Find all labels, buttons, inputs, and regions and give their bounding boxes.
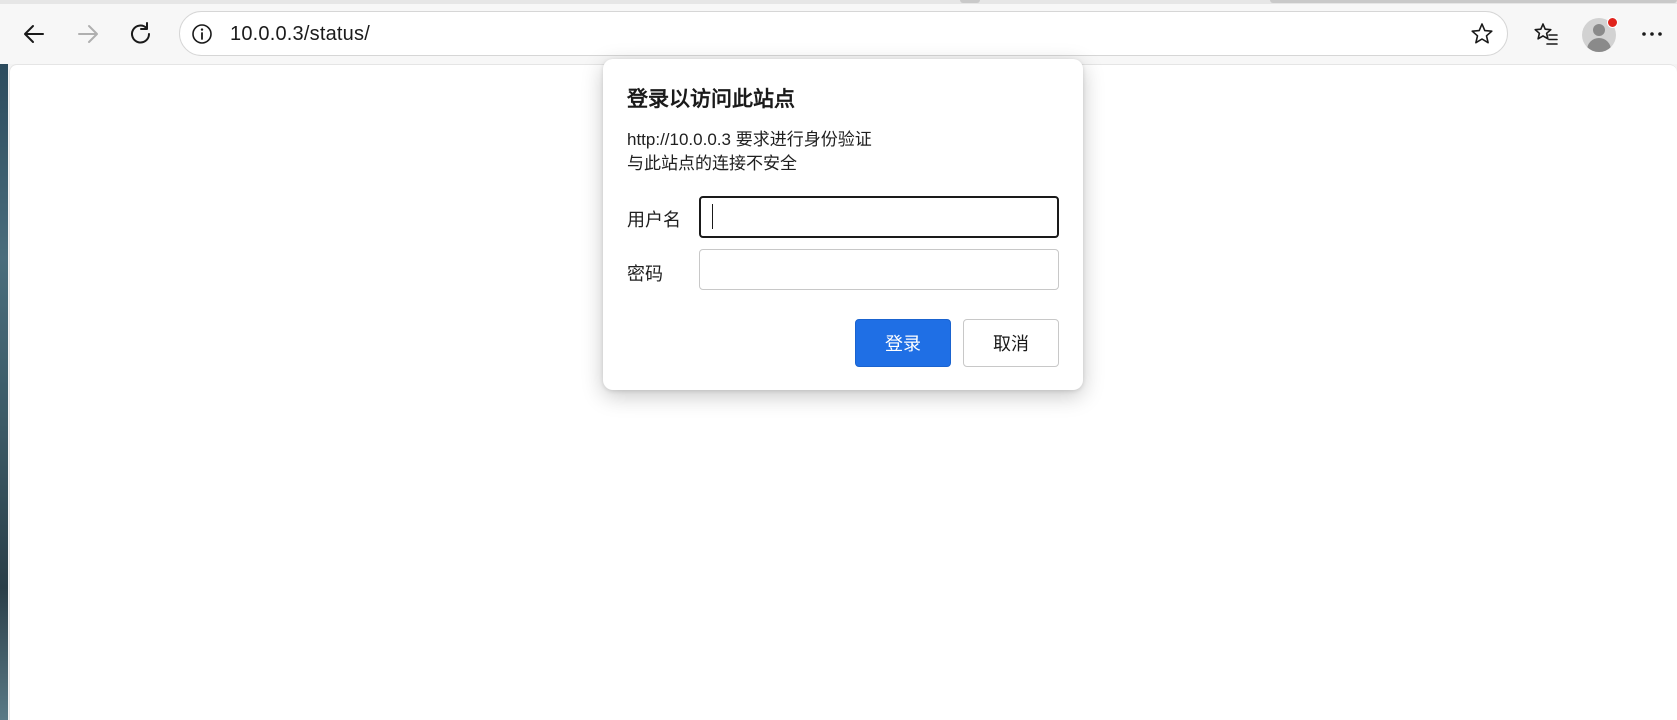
username-label: 用户名 xyxy=(627,210,681,230)
address-url[interactable]: 10.0.0.3/status/ xyxy=(230,23,370,46)
profile-notification-dot xyxy=(1607,17,1618,28)
browser-window: 10.0.0.3/status/ 登录以访问此站点 http://10.0.0.… xyxy=(0,0,1677,720)
favorite-star-icon[interactable] xyxy=(1469,21,1495,47)
dialog-insecure-warning: 与此站点的连接不安全 xyxy=(627,154,797,173)
ellipsis-icon xyxy=(1642,32,1662,36)
password-label: 密码 xyxy=(627,264,663,284)
forward-button[interactable] xyxy=(68,14,108,54)
refresh-icon xyxy=(131,22,150,44)
arrow-left-icon xyxy=(24,25,44,43)
site-info-icon[interactable] xyxy=(190,22,214,46)
favorites-list-icon xyxy=(1534,23,1558,45)
arrow-right-icon xyxy=(78,25,98,43)
auth-dialog: 登录以访问此站点 http://10.0.0.3 要求进行身份验证 与此站点的连… xyxy=(603,59,1083,390)
browser-toolbar: 10.0.0.3/status/ xyxy=(0,4,1677,64)
cancel-button[interactable]: 取消 xyxy=(963,319,1059,367)
favorites-button[interactable] xyxy=(1526,14,1566,54)
desktop-background xyxy=(0,60,8,720)
password-input[interactable] xyxy=(699,249,1059,290)
address-bar[interactable]: 10.0.0.3/status/ xyxy=(179,11,1508,56)
login-button[interactable]: 登录 xyxy=(855,319,951,367)
more-menu-button[interactable] xyxy=(1632,14,1672,54)
back-button[interactable] xyxy=(14,14,54,54)
refresh-button[interactable] xyxy=(121,14,161,54)
dialog-auth-message: http://10.0.0.3 要求进行身份验证 xyxy=(627,130,872,149)
text-caret xyxy=(712,204,713,229)
username-input[interactable] xyxy=(699,196,1059,238)
dialog-title: 登录以访问此站点 xyxy=(627,88,795,111)
